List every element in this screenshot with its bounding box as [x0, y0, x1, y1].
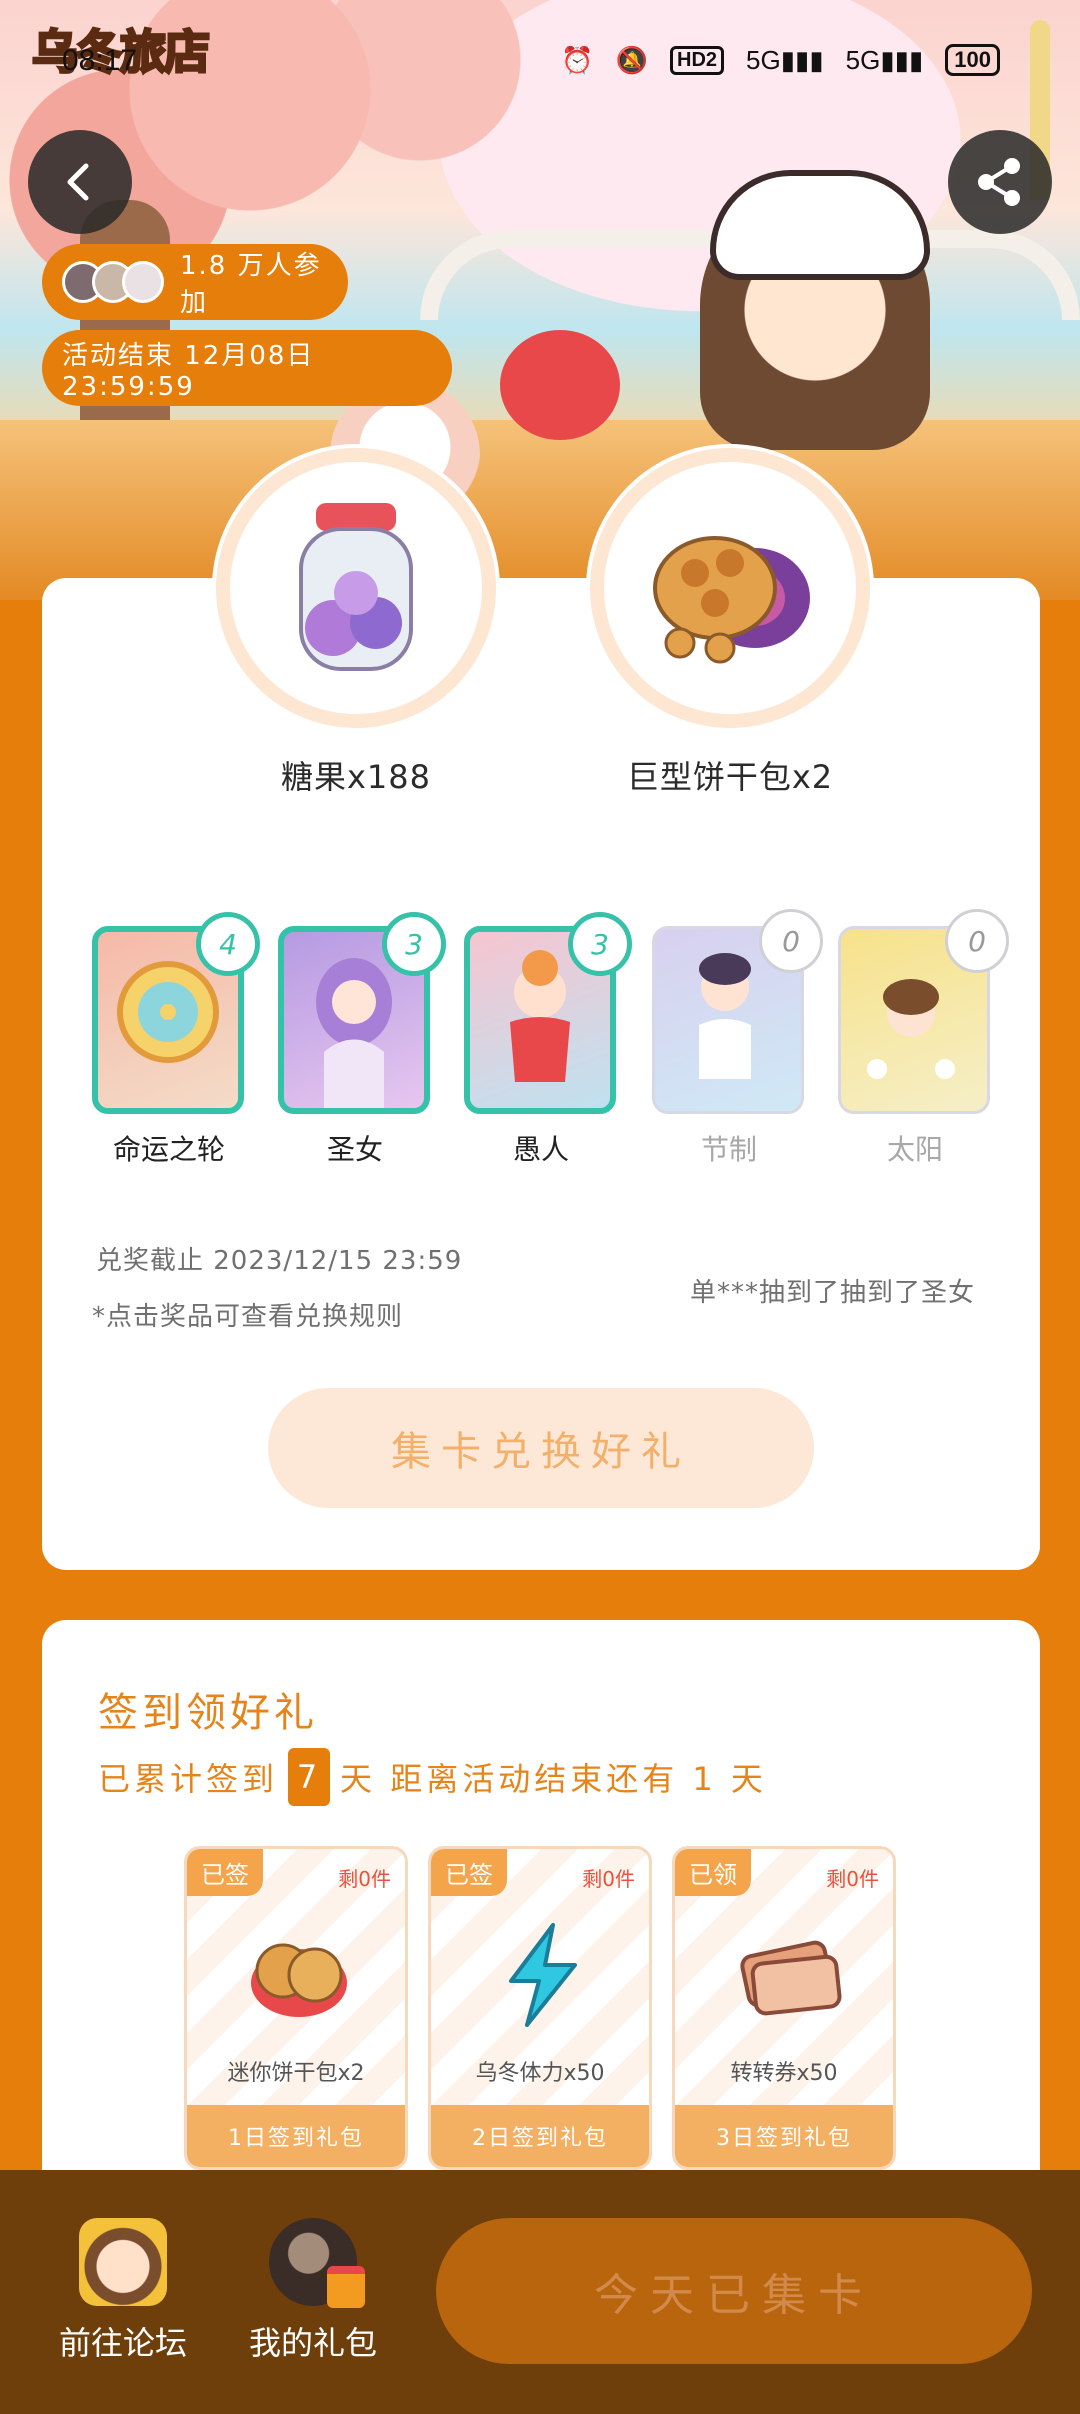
status-bar: 乌冬旅店 08:17 ⏰ 🔕 HD2 5G▮▮▮ 5G▮▮▮ 100 [0, 0, 1080, 81]
rule-hint[interactable]: *点击奖品可查看兑换规则 [92, 1296, 403, 1333]
bottom-bar: 前往论坛 我的礼包 今天已集卡 [0, 2170, 1080, 2414]
cookie-box-icon [653, 536, 810, 664]
signal-5g-icon: 5G▮▮▮ [746, 44, 824, 75]
signal-5g-icon: 5G▮▮▮ [845, 44, 924, 75]
card-label: 节制 [700, 1133, 757, 1166]
avatar [122, 261, 164, 303]
participant-avatars [62, 261, 164, 303]
checkin-gift-day3[interactable]: 已领 剩0件 转转券x50 3日签到礼包 [672, 1846, 896, 2170]
forum-icon [79, 2218, 167, 2306]
my-gifts-label: 我的礼包 [248, 2324, 377, 2362]
card-count-badge: 0 [945, 909, 1009, 973]
chevron-left-icon [67, 163, 89, 201]
collect-card-button[interactable]: 今天已集卡 [436, 2218, 1032, 2364]
status-time: 08:17 [62, 44, 138, 77]
card-count-badge: 4 [196, 912, 260, 976]
checkin-progress: 已累计签到 7 天 距离活动结束还有 1 天 [98, 1748, 767, 1806]
prize-cookie-label: 巨型饼干包x2 [626, 758, 834, 796]
share-icon [978, 158, 1020, 206]
gift-item-name: 转转券x50 [730, 2061, 838, 2086]
prize-candy-label: 糖果x188 [280, 758, 432, 796]
checkin-prefix: 已累计签到 [98, 1760, 279, 1798]
forum-label: 前往论坛 [58, 2324, 187, 2362]
checkin-suffix: 天 距离活动结束还有 1 天 [340, 1760, 767, 1798]
mute-icon: 🔕 [615, 44, 649, 75]
gift-status-tag: 已领 [675, 1849, 751, 1896]
alarm-icon: ⏰ [561, 44, 594, 75]
gift-item-name: 迷你饼干包x2 [227, 2061, 365, 2086]
share-button[interactable] [948, 130, 1052, 234]
gift-footer: 1日签到礼包 [187, 2105, 405, 2167]
ticket-icon [740, 1940, 842, 2016]
card-sun[interactable]: 0 [838, 909, 1009, 1114]
gift-item-name: 乌冬体力x50 [475, 2061, 605, 2086]
candy-jar-icon [299, 503, 413, 671]
card-label: 愚人 [512, 1133, 569, 1166]
prize-cookie-box[interactable] [590, 448, 870, 728]
checkin-title: 签到领好礼 [98, 1690, 318, 1736]
checkin-gift-day1[interactable]: 已签 剩0件 迷你饼干包x2 1日签到礼包 [184, 1846, 408, 2170]
redeem-deadline: 兑奖截止 2023/12/15 23:59 [96, 1246, 463, 1276]
gift-remaining: 剩0件 [338, 1867, 391, 1891]
gift-avatar-icon [269, 2218, 365, 2308]
card-saintess[interactable]: 3 [278, 912, 446, 1114]
panda-hat-illustration [710, 170, 930, 280]
card-fool[interactable]: 3 [464, 912, 632, 1114]
cookie-icon [251, 1943, 347, 2017]
gift-status-tag: 已签 [187, 1849, 263, 1896]
forum-button[interactable]: 前往论坛 [48, 2218, 198, 2364]
battery-icon: 100 [945, 44, 1000, 76]
lightning-icon [509, 1923, 577, 2027]
card-count-badge: 0 [759, 909, 823, 973]
card-count-badge: 3 [382, 912, 446, 976]
card-label: 圣女 [326, 1133, 383, 1166]
event-end-text: 活动结束 12月08日 23:59:59 [62, 340, 315, 402]
card-wheel-of-fortune[interactable]: 4 [92, 912, 260, 1114]
balloon-illustration [500, 330, 620, 440]
participants-pill: 1.8 万人参加 [42, 244, 348, 320]
card-label: 命运之轮 [112, 1133, 225, 1166]
card-label: 太阳 [886, 1133, 943, 1166]
back-button[interactable] [28, 130, 132, 234]
gift-remaining: 剩0件 [582, 1867, 635, 1891]
hd-icon: HD2 [670, 45, 725, 75]
gift-footer: 3日签到礼包 [675, 2105, 893, 2167]
gift-remaining: 剩0件 [826, 1867, 879, 1891]
checkin-gift-day2[interactable]: 已签 剩0件 乌冬体力x50 2日签到礼包 [428, 1846, 652, 2170]
deck-illustration [0, 420, 1080, 600]
event-end-pill: 活动结束 12月08日 23:59:59 [42, 330, 452, 406]
prize-candy[interactable] [216, 448, 496, 728]
status-icons: ⏰ 🔕 HD2 5G▮▮▮ 5G▮▮▮ 100 [561, 44, 1000, 76]
participants-count: 1.8 万人参加 [180, 251, 322, 318]
card-count-badge: 3 [568, 912, 632, 976]
card-temperance[interactable]: 0 [652, 909, 823, 1114]
my-gifts-button[interactable]: 我的礼包 [238, 2218, 388, 2364]
gift-footer: 2日签到礼包 [431, 2105, 649, 2167]
draw-ticker: 单***抽到了抽到了圣女 [690, 1278, 976, 1308]
exchange-gift-button[interactable]: 集卡兑换好礼 [268, 1388, 814, 1508]
gift-status-tag: 已签 [431, 1849, 507, 1896]
checkin-days: 7 [288, 1748, 331, 1806]
